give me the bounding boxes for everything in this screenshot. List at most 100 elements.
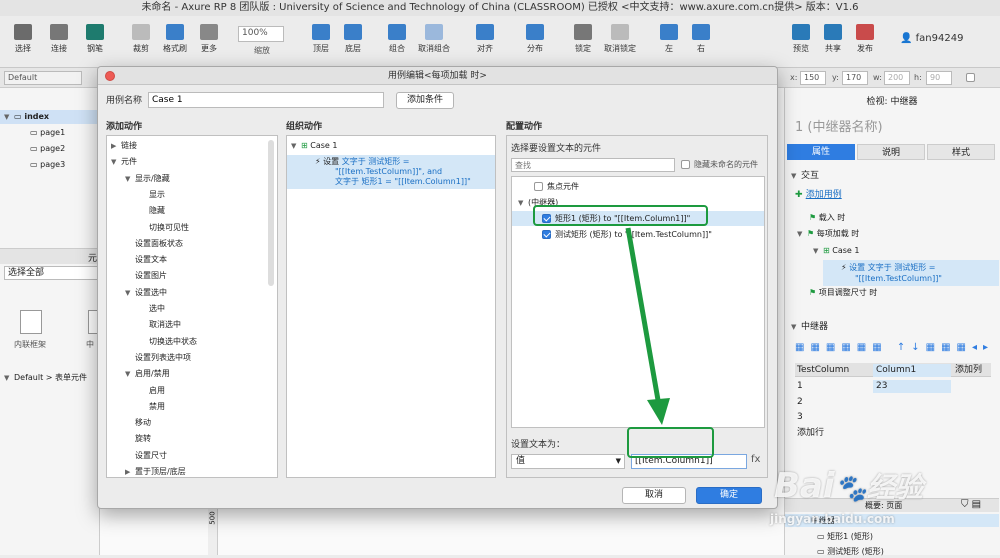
y-field[interactable]: 170 bbox=[842, 71, 868, 85]
library-select[interactable]: 选择全部 bbox=[4, 266, 98, 280]
ok-button[interactable]: 确定 bbox=[696, 487, 762, 504]
event-icon: ⚑ bbox=[809, 288, 819, 297]
right-button[interactable]: 右 bbox=[684, 24, 718, 54]
distribute-button[interactable]: 分布 bbox=[518, 24, 552, 54]
x-field[interactable]: 150 bbox=[800, 71, 826, 85]
add-case-link[interactable]: ✚ 添加用例 bbox=[795, 189, 842, 201]
page-index[interactable]: ▼ ▭ index bbox=[4, 111, 49, 123]
action-label: 切换选中状态 bbox=[149, 336, 197, 346]
page-item[interactable]: ▭ page1 bbox=[30, 127, 65, 139]
pen-tool-button[interactable]: 钢笔 bbox=[78, 24, 112, 54]
action-item[interactable]: 隐藏 bbox=[139, 205, 165, 217]
watermark-logo: Bai🐾经验 bbox=[774, 466, 923, 506]
action-item[interactable]: 选中 bbox=[139, 303, 165, 315]
action-item[interactable]: ▼ 设置选中 bbox=[125, 287, 167, 299]
align-button[interactable]: 对齐 bbox=[468, 24, 502, 54]
page-item[interactable]: ▭ page3 bbox=[30, 159, 65, 171]
page-icon: ▭ bbox=[30, 160, 41, 169]
tab-style[interactable]: 样式 bbox=[927, 144, 995, 160]
widget-name-field[interactable]: 1 (中继器名称) bbox=[795, 116, 883, 135]
tab-properties[interactable]: 属性 bbox=[787, 144, 855, 160]
preview-button[interactable]: 预览 bbox=[784, 24, 818, 54]
hide-checkbox[interactable] bbox=[966, 73, 975, 82]
event-item-load[interactable]: ▼ ⚑ 每项加载 时 bbox=[797, 228, 859, 240]
cancel-button[interactable]: 取消 bbox=[622, 487, 686, 504]
event-load[interactable]: ⚑ 载入 时 bbox=[809, 212, 845, 224]
page-item[interactable]: ▭ page2 bbox=[30, 143, 65, 155]
column-header[interactable]: TestColumn bbox=[797, 364, 849, 377]
checkbox-checked[interactable] bbox=[542, 230, 551, 239]
format-painter-button[interactable]: 格式刷 bbox=[158, 24, 192, 54]
action-item[interactable]: 设置文本 bbox=[125, 254, 167, 266]
close-button[interactable] bbox=[105, 71, 115, 81]
action-item[interactable]: ▼ 显示/隐藏 bbox=[125, 173, 170, 185]
expanded-icon: ▼ bbox=[125, 174, 131, 183]
action-item[interactable]: 启用 bbox=[139, 385, 165, 397]
table-cell[interactable]: 2 bbox=[797, 396, 803, 409]
event-resize[interactable]: ⚑ 项目调整尺寸 时 bbox=[809, 287, 877, 299]
outline-item[interactable]: ▭ 测试矩形 (矩形) bbox=[817, 546, 884, 558]
group-button[interactable]: 组合 bbox=[380, 24, 414, 54]
action-item[interactable]: 设置列表选中项 bbox=[125, 352, 191, 364]
user-account[interactable]: 👤 fan94249 bbox=[900, 32, 963, 46]
action-item-detail: "[[Item.TestColumn]]" bbox=[855, 274, 942, 283]
action-item[interactable]: 禁用 bbox=[139, 401, 165, 413]
style-select[interactable]: Default bbox=[4, 71, 82, 85]
case-name-input[interactable] bbox=[148, 92, 384, 108]
library-category[interactable]: ▼ Default > 表单元件 bbox=[4, 372, 87, 384]
add-condition-button[interactable]: 添加条件 bbox=[396, 92, 454, 109]
action-label: 选中 bbox=[149, 304, 165, 313]
outline-item[interactable]: ▭ 矩形1 (矩形) bbox=[817, 531, 873, 543]
iframe-widget-icon[interactable] bbox=[20, 310, 42, 334]
action-item[interactable]: ▶ 链接 bbox=[111, 140, 137, 152]
connect-tool-button[interactable]: 连接 bbox=[42, 24, 76, 54]
grid-icon[interactable]: ▦▦▦▦▦▦ ↑↓▦▦▦◂▸ bbox=[795, 342, 994, 353]
action-item[interactable]: 切换选中状态 bbox=[139, 336, 197, 348]
table-cell[interactable]: 3 bbox=[797, 411, 803, 424]
table-cell[interactable]: 23 bbox=[873, 380, 951, 393]
lock-button[interactable]: 锁定 bbox=[566, 24, 600, 54]
left-button[interactable]: 左 bbox=[652, 24, 686, 54]
action-item[interactable]: 旋转 bbox=[125, 433, 151, 445]
w-field[interactable]: 200 bbox=[884, 71, 910, 85]
action-item[interactable]: ▼ 启用/禁用 bbox=[125, 368, 170, 380]
repeater-section[interactable]: ▼ 中继器 bbox=[791, 321, 828, 333]
column-header[interactable]: Column1 bbox=[873, 364, 951, 377]
action-item[interactable]: 移动 bbox=[125, 417, 151, 429]
action-item[interactable]: 显示 bbox=[139, 189, 165, 201]
bring-front-button[interactable]: 顶层 bbox=[304, 24, 338, 54]
case-item[interactable]: ▼ ⊞ Case 1 bbox=[813, 245, 859, 257]
unlock-button[interactable]: 取消锁定 bbox=[600, 24, 640, 54]
action-item[interactable]: 取消选中 bbox=[139, 319, 181, 331]
action-item[interactable]: 切换可见性 bbox=[139, 222, 189, 234]
h-field[interactable]: 90 bbox=[926, 71, 952, 85]
hide-unnamed-checkbox[interactable]: 隐藏未命名的元件 bbox=[681, 158, 758, 172]
action-item[interactable]: ▶ 置于顶层/底层 bbox=[125, 466, 186, 477]
action-label: 链接 bbox=[121, 141, 137, 150]
filter-icon[interactable]: ⛉ ▤ bbox=[961, 499, 981, 510]
fx-button[interactable]: fx bbox=[751, 454, 760, 465]
table-cell[interactable]: 1 bbox=[797, 380, 803, 393]
share-button[interactable]: 共享 bbox=[816, 24, 850, 54]
add-column-button[interactable]: 添加列 bbox=[955, 364, 982, 377]
scrollbar[interactable] bbox=[268, 140, 274, 286]
interaction-section[interactable]: ▼ 交互 bbox=[791, 170, 819, 182]
value-type-select[interactable]: 值 ▼ bbox=[511, 454, 625, 469]
action-item[interactable]: 设置尺寸 bbox=[125, 450, 167, 462]
tab-notes[interactable]: 说明 bbox=[857, 144, 925, 160]
add-row-button[interactable]: 添加行 bbox=[797, 427, 824, 440]
crop-tool-button[interactable]: 裁剪 bbox=[124, 24, 158, 54]
zoom-select[interactable]: 100% bbox=[238, 26, 284, 42]
annotation-arrow bbox=[625, 227, 670, 425]
action-item[interactable]: 设置图片 bbox=[125, 270, 167, 282]
org-case[interactable]: ▼ ⊞ Case 1 bbox=[291, 140, 337, 152]
send-back-button[interactable]: 底层 bbox=[336, 24, 370, 54]
more-button[interactable]: 更多 bbox=[192, 24, 226, 54]
select-tool-button[interactable]: 选择 bbox=[6, 24, 40, 54]
search-input[interactable] bbox=[511, 158, 675, 172]
publish-button[interactable]: 发布 bbox=[848, 24, 882, 54]
ungroup-button[interactable]: 取消组合 bbox=[414, 24, 454, 54]
focus-widget-option[interactable]: 焦点元件 bbox=[534, 181, 579, 193]
action-item[interactable]: 设置面板状态 bbox=[125, 238, 183, 250]
action-item[interactable]: ▼ 元件 bbox=[111, 156, 137, 168]
